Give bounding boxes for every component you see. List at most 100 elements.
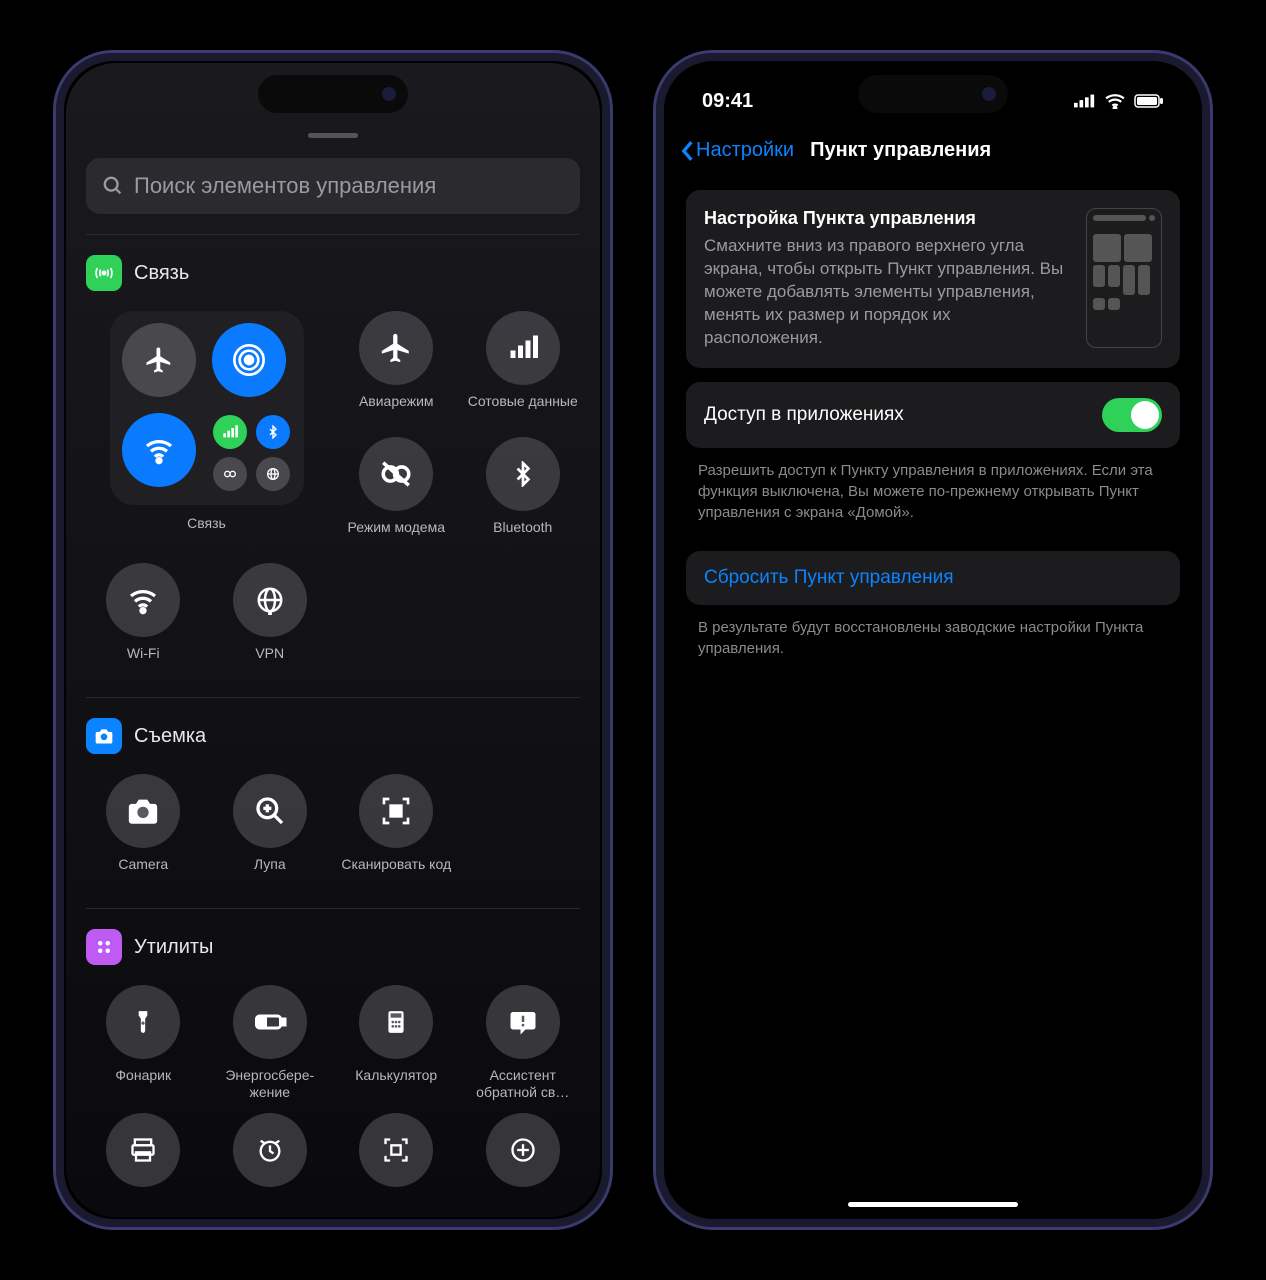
camera-header-icon [86,718,122,754]
tile-partial-2[interactable] [213,1113,328,1187]
section-title: Съемка [134,725,206,748]
connectivity-mini [212,413,292,493]
section-header-utilities: Утилиты [86,929,580,965]
hotspot-mini-icon[interactable] [213,457,247,491]
tile-low-power[interactable]: Энергосбере­жение [213,985,328,1101]
access-row: Доступ в приложениях [686,382,1180,448]
chevron-left-icon [680,140,694,162]
access-label: Доступ в приложениях [704,404,904,426]
tile-bluetooth[interactable]: Bluetooth [466,437,581,551]
cluster-label: Связь [187,515,226,547]
section-title: Утилиты [134,936,213,959]
magnifier-icon [233,774,307,848]
tile-vpn[interactable]: VPN [213,563,328,677]
flashlight-icon [106,985,180,1059]
search-placeholder: Поиск элементов управления [134,173,436,199]
tile-hotspot[interactable]: Режим модема [339,437,454,551]
nav-bar: Настройки Пункт управления [666,131,1200,176]
tile-calculator[interactable]: Калькулятор [339,985,454,1101]
battery-status-icon [1134,94,1164,108]
tile-partial-4[interactable] [466,1113,581,1187]
tile-label: Энергосбере­жение [213,1067,328,1101]
airplane-icon [359,311,433,385]
tile-airplane[interactable]: Авиарежим [339,311,454,425]
control-center-preview [1086,208,1162,348]
section-title: Связь [134,262,189,285]
airplane-toggle[interactable] [122,323,196,397]
back-button[interactable]: Настройки [680,139,794,162]
printer-icon [106,1113,180,1187]
phone-right: 09:41 Настройки Пункт управления Настрой… [653,50,1213,1230]
tile-label: Фонарик [115,1067,171,1099]
calculator-icon [359,985,433,1059]
tile-flashlight[interactable]: Фонарик [86,985,201,1101]
hotspot-icon [359,437,433,511]
scan-doc-icon [359,1113,433,1187]
qr-icon [359,774,433,848]
reset-label: Сбросить Пункт управления [704,567,954,588]
card-title: Настройка Пункта управления [704,208,1070,229]
tile-label: Wi-Fi [127,645,160,677]
tile-magnifier[interactable]: Лупа [213,774,328,888]
vpn-mini-icon[interactable] [256,457,290,491]
back-label: Настройки [696,139,794,162]
plus-icon [486,1113,560,1187]
camera-icon [106,774,180,848]
tile-wifi[interactable]: Wi-Fi [86,563,201,677]
wifi-status-icon [1104,93,1126,109]
search-input[interactable]: Поиск элементов управления [86,158,580,214]
home-indicator[interactable] [848,1202,1018,1207]
tile-label: Сканировать код [341,856,451,888]
info-card: Настройка Пункта управления Смахните вни… [686,190,1180,368]
tile-label: Калькулятор [355,1067,437,1099]
tile-partial-1[interactable] [86,1113,201,1187]
tile-label: Bluetooth [493,519,552,551]
wifi-icon [106,563,180,637]
tile-camera[interactable]: Camera [86,774,201,888]
phone-left: Поиск элементов управления Связь [53,50,613,1230]
grabber[interactable] [308,133,358,138]
tile-label: Camera [118,856,168,888]
feedback-icon [486,985,560,1059]
section-capture: Съемка Camera Лупа [66,698,600,908]
tile-partial-3[interactable] [339,1113,454,1187]
battery-icon [233,985,307,1059]
cellular-mini-icon[interactable] [213,415,247,449]
connectivity-cluster[interactable] [110,311,304,505]
wifi-toggle[interactable] [122,413,196,487]
tile-label: Лупа [254,856,286,888]
search-icon [102,175,124,197]
dynamic-island [858,75,1008,113]
section-utilities: Утилиты Фонарик Энергосбере­жение [66,909,600,1207]
cellular-status-icon [1074,94,1096,108]
settings-screen: 09:41 Настройки Пункт управления Настрой… [666,63,1200,1217]
cellular-icon [486,311,560,385]
page-title: Пункт управления [810,139,991,162]
tile-label: Режим модема [347,519,445,551]
reset-footer: В результате будут восстановлены заводск… [666,611,1200,673]
section-header-connectivity: Связь [86,255,580,291]
access-toggle[interactable] [1102,398,1162,432]
section-connectivity: Связь [66,235,600,697]
tile-label: Сотовые данные [468,393,578,425]
tile-assistant[interactable]: Ассистент обратной св… [466,985,581,1101]
antenna-icon [86,255,122,291]
reset-button[interactable]: Сбросить Пункт управления [686,551,1180,605]
tile-scan-code[interactable]: Сканировать код [339,774,454,888]
airdrop-toggle[interactable] [212,323,286,397]
control-center-gallery: Поиск элементов управления Связь [66,63,600,1217]
alarm-icon [233,1113,307,1187]
tile-label: Авиарежим [359,393,434,425]
bluetooth-mini-icon[interactable] [256,415,290,449]
tile-label: VPN [255,645,284,677]
dynamic-island [258,75,408,113]
tile-cellular[interactable]: Сотовые данные [466,311,581,425]
bluetooth-icon [486,437,560,511]
tile-label: Ассистент обратной св… [466,1067,581,1101]
card-body: Смахните вниз из правого верхнего угла э… [704,235,1070,350]
section-header-capture: Съемка [86,718,580,754]
access-footer: Разрешить доступ к Пункту управления в п… [666,454,1200,537]
grid-header-icon [86,929,122,965]
status-time: 09:41 [702,90,753,113]
vpn-icon [233,563,307,637]
